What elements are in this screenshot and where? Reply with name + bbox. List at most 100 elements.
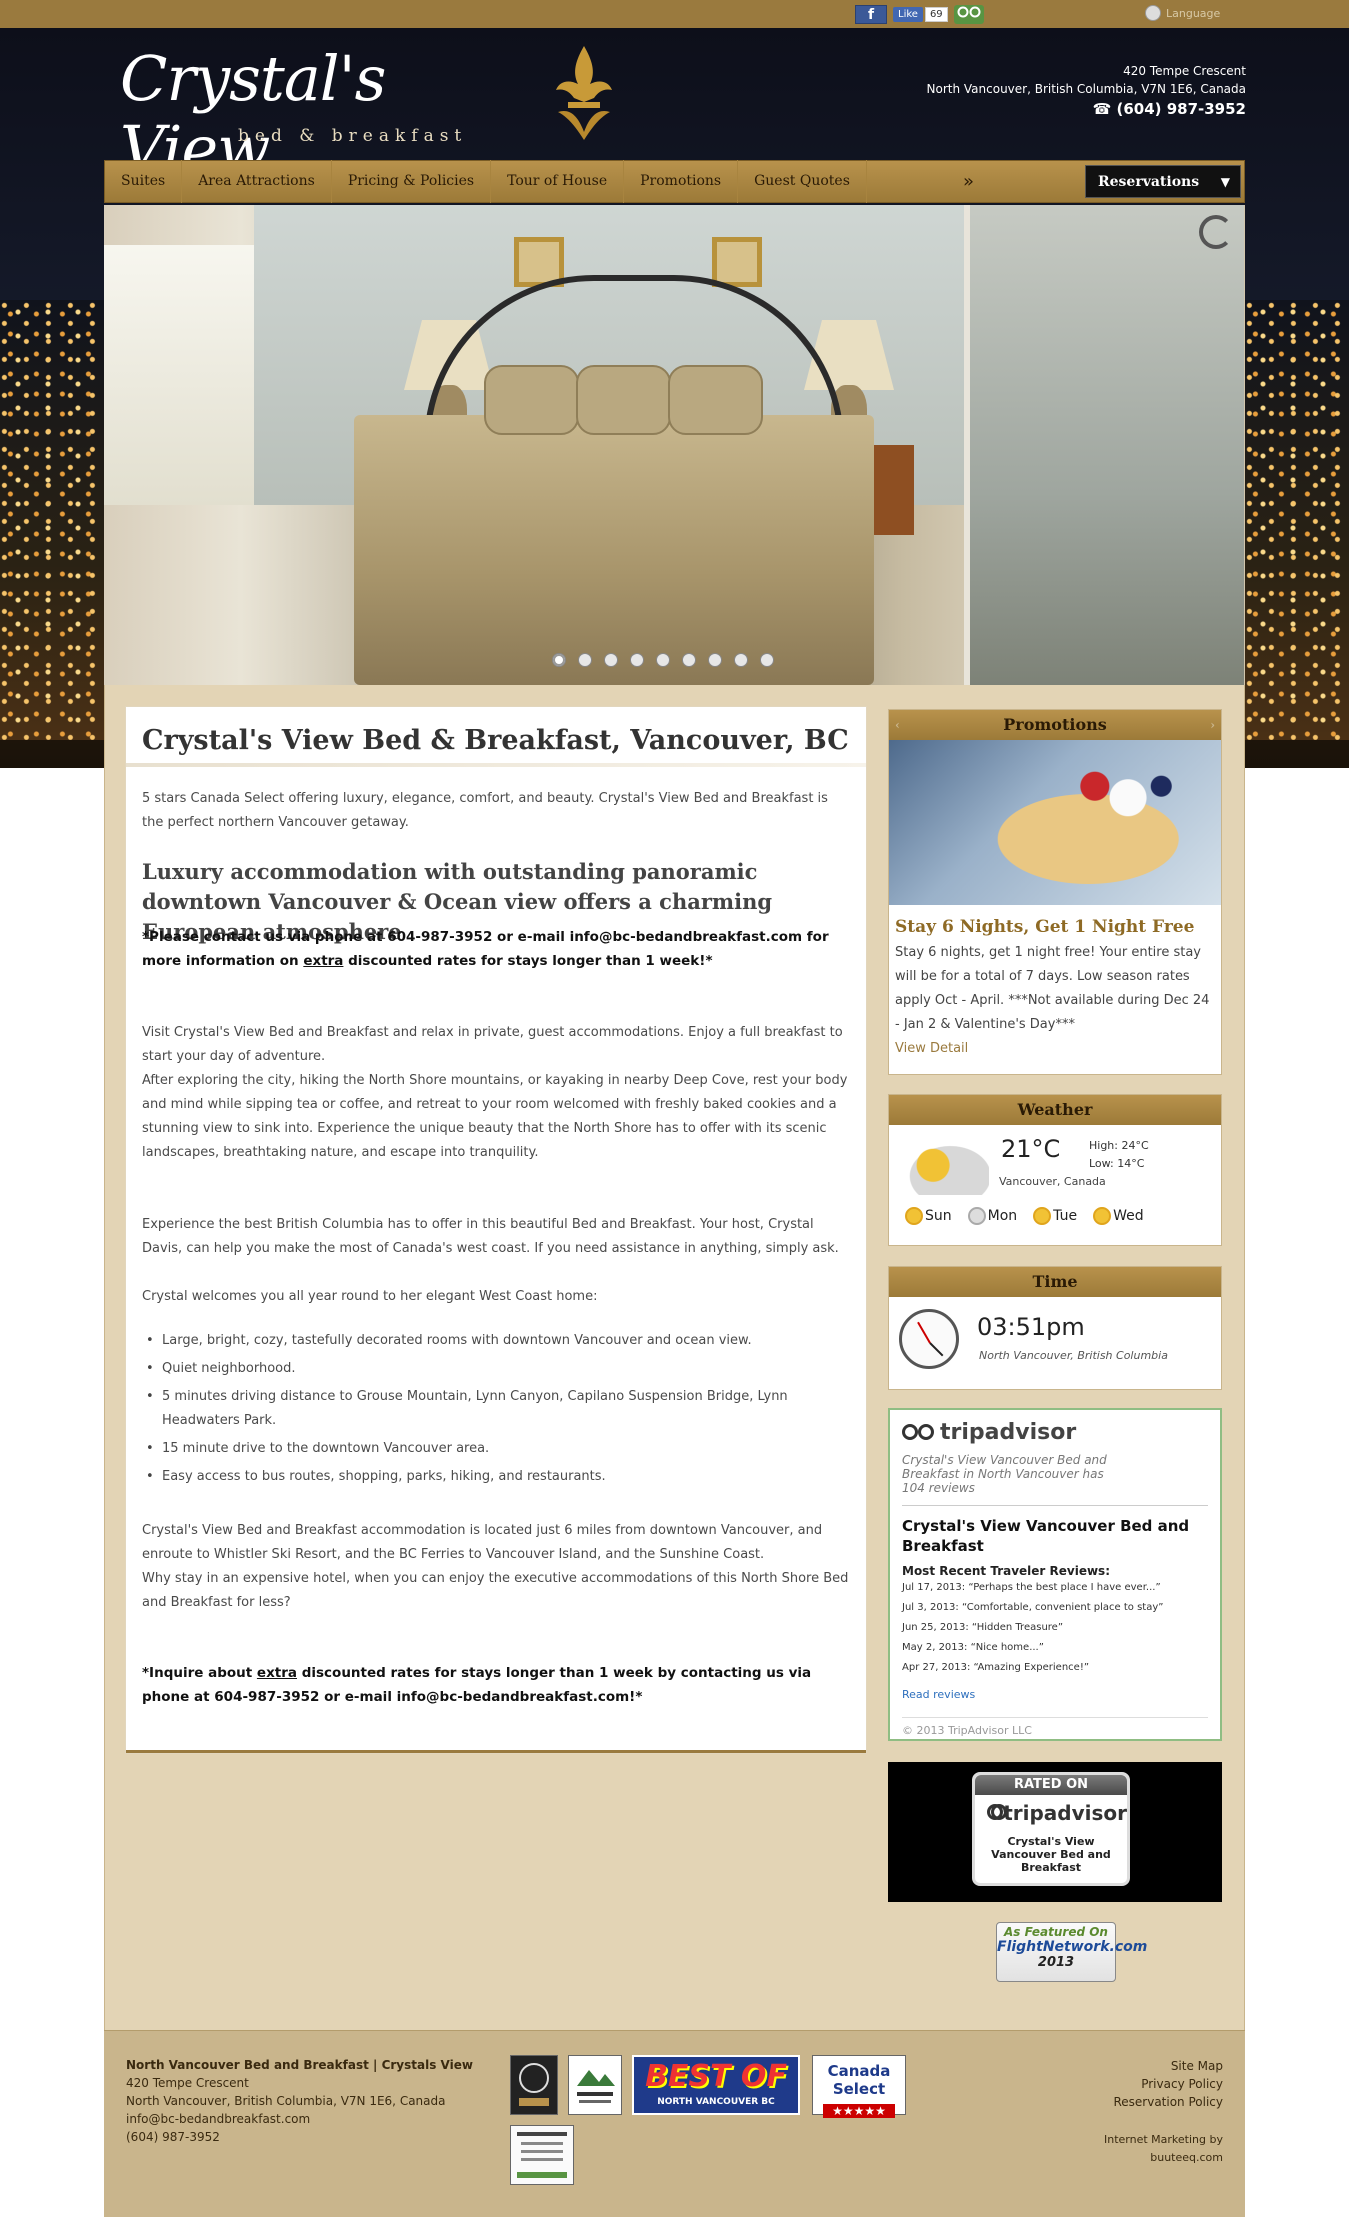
mirror-reflection: [964, 205, 1244, 685]
rated-property-name: Crystal's View Vancouver Bed and Breakfa…: [991, 1835, 1111, 1874]
top-bar: f Like 69 Language: [0, 0, 1349, 28]
header-phone[interactable]: ☎ (604) 987-3952: [900, 100, 1246, 118]
chevron-down-icon: ▼: [1220, 175, 1230, 189]
nav-more-button[interactable]: »: [963, 161, 974, 202]
promotion-title[interactable]: Stay 6 Nights, Get 1 Night Free: [889, 905, 1221, 941]
promo-prev-arrow[interactable]: ‹: [895, 710, 900, 740]
clock-icon: [899, 1309, 959, 1369]
review-item[interactable]: May 2, 2013: “Nice home...”: [902, 1638, 1208, 1658]
footer-link-reservation-policy[interactable]: Reservation Policy: [1113, 2093, 1223, 2111]
city-lights-left: [0, 300, 104, 740]
slider-dot[interactable]: [656, 653, 670, 667]
tripadvisor-summary: Crystal's View Vancouver Bed and Breakfa…: [902, 1453, 1107, 1495]
weather-high: High: 24°C: [1089, 1139, 1149, 1152]
language-label: Language: [1166, 6, 1221, 20]
weather-widget: Weather 21°C High: 24°C Low: 14°C Vancou…: [888, 1094, 1222, 1246]
sun-icon: [905, 1207, 923, 1225]
tripadvisor-logo[interactable]: tripadvisor: [902, 1420, 1208, 1445]
rated-brand: tripadvisor: [975, 1801, 1127, 1825]
footer-credit-link[interactable]: buuteeq.com: [1104, 2149, 1223, 2167]
nav-item-area-attractions[interactable]: Area Attractions: [182, 160, 332, 203]
footer-link-privacy[interactable]: Privacy Policy: [1113, 2075, 1223, 2093]
slider-dot[interactable]: [734, 653, 748, 667]
clock-hour-hand: [929, 1342, 944, 1357]
footer-link-sitemap[interactable]: Site Map: [1113, 2057, 1223, 2075]
forecast-day-label: Tue: [1053, 1208, 1078, 1224]
title-divider: [126, 763, 866, 767]
slider-dot[interactable]: [630, 653, 644, 667]
nav-item-promotions[interactable]: Promotions: [624, 160, 739, 203]
nav-item-tour[interactable]: Tour of House: [491, 160, 625, 203]
forecast-days: Sun Mon Tue Wed: [905, 1207, 1144, 1225]
weather-hilo: High: 24°C Low: 14°C: [1089, 1137, 1149, 1173]
list-item: Easy access to bus routes, shopping, par…: [142, 1465, 852, 1489]
certificate-of-excellence-badge[interactable]: [510, 2125, 574, 2185]
view-detail-link[interactable]: View Detail: [889, 1037, 1221, 1067]
header-phone-number[interactable]: (604) 987-3952: [1116, 100, 1246, 118]
partly-cloudy-icon: [903, 1141, 989, 1195]
weather-low: Low: 14°C: [1089, 1157, 1145, 1170]
footer-address-block: North Vancouver Bed and Breakfast | Crys…: [126, 2056, 473, 2146]
forecast-day: Tue: [1033, 1207, 1077, 1225]
promo-next-arrow[interactable]: ›: [1210, 710, 1215, 740]
like-label[interactable]: Like: [893, 7, 923, 22]
slider-dot[interactable]: [578, 653, 592, 667]
clock-second-hand: [917, 1321, 931, 1344]
bc-bed-breakfast-badge[interactable]: [510, 2055, 558, 2115]
language-selector[interactable]: Language: [1145, 5, 1220, 21]
footer-address-line2: North Vancouver, British Columbia, V7N 1…: [126, 2094, 446, 2108]
review-item[interactable]: Jun 25, 2013: “Hidden Treasure”: [902, 1618, 1208, 1638]
forecast-day: Sun: [905, 1207, 952, 1225]
facebook-like-button[interactable]: Like 69: [893, 7, 948, 22]
weather-temp: 21°C: [1001, 1135, 1061, 1163]
canada-select-badge[interactable]: Canada Select ★★★★★: [812, 2055, 906, 2118]
tripadvisor-icon[interactable]: [953, 5, 984, 24]
intro-paragraph: 5 stars Canada Select offering luxury, e…: [142, 791, 828, 830]
review-item[interactable]: Jul 3, 2013: “Comfortable, convenient pl…: [902, 1598, 1208, 1618]
time-location: North Vancouver, British Columbia: [979, 1349, 1168, 1362]
fleur-de-lis-icon: [556, 46, 612, 140]
footer-links: Site Map Privacy Policy Reservation Poli…: [1113, 2057, 1223, 2111]
slider-dot[interactable]: [760, 653, 774, 667]
slider-dot[interactable]: [682, 653, 696, 667]
tripadvisor-hotel-name[interactable]: Crystal's View Vancouver Bed and Breakfa…: [902, 1516, 1208, 1556]
read-reviews-link[interactable]: Read reviews: [902, 1688, 1208, 1701]
contact-note-extra: extra: [303, 953, 344, 969]
best-of-badge[interactable]: BEST OF NORTH VANCOUVER BC: [632, 2055, 800, 2115]
rated-badge[interactable]: RATED ON tripadvisor Crystal's View Vanc…: [972, 1772, 1130, 1886]
flightnetwork-badge[interactable]: As Featured On FlightNetwork.com 2013: [996, 1922, 1147, 1982]
forecast-day-label: Sun: [925, 1208, 952, 1224]
slider-dot[interactable]: [604, 653, 618, 667]
contact-note: *Please contact us via phone at 604-987-…: [142, 925, 852, 973]
city-lights-right: [1245, 300, 1349, 740]
tripadvisor-owl-icon: [902, 1423, 934, 1442]
slider-dot[interactable]: [552, 653, 566, 667]
hero-slider[interactable]: [104, 205, 1245, 685]
review-item[interactable]: Jul 17, 2013: “Perhaps the best place I …: [902, 1578, 1208, 1598]
nav-item-guest-quotes[interactable]: Guest Quotes: [738, 160, 867, 203]
review-item[interactable]: Apr 27, 2013: “Amazing Experience!”: [902, 1658, 1208, 1678]
approved-accommodation-badge[interactable]: [568, 2055, 622, 2115]
flight-line1: As Featured On: [1004, 1925, 1108, 1939]
canada-select-label: Canada Select: [827, 2062, 891, 2098]
loading-icon: [1199, 215, 1233, 249]
rated-on-tripadvisor: RATED ON tripadvisor Crystal's View Vanc…: [888, 1762, 1222, 1902]
reservations-dropdown[interactable]: Reservations ▼: [1085, 165, 1241, 198]
bestof-sub: NORTH VANCOUVER BC: [657, 2097, 775, 2107]
footer-email[interactable]: info@bc-bedandbreakfast.com: [126, 2110, 473, 2128]
paragraph-3: Experience the best British Columbia has…: [142, 1217, 839, 1256]
sun-icon: [1093, 1207, 1112, 1225]
promotion-image[interactable]: [889, 740, 1221, 905]
like-count: 69: [924, 7, 948, 22]
tripadvisor-widget: tripadvisor Crystal's View Vancouver Bed…: [888, 1408, 1222, 1741]
slider-dot[interactable]: [708, 653, 722, 667]
page-title: Crystal's View Bed & Breakfast, Vancouve…: [142, 725, 849, 756]
nav-item-suites[interactable]: Suites: [105, 160, 183, 203]
bestof-label: BEST OF: [645, 2059, 787, 2094]
site-footer: North Vancouver Bed and Breakfast | Crys…: [104, 2030, 1245, 2217]
nav-item-pricing[interactable]: Pricing & Policies: [332, 160, 492, 203]
site-logo[interactable]: Crystal's View bed & breakfast: [120, 44, 540, 184]
footer-phone[interactable]: (604) 987-3952: [126, 2128, 473, 2146]
facebook-icon[interactable]: f: [855, 5, 887, 24]
slider-dots: [552, 653, 774, 667]
